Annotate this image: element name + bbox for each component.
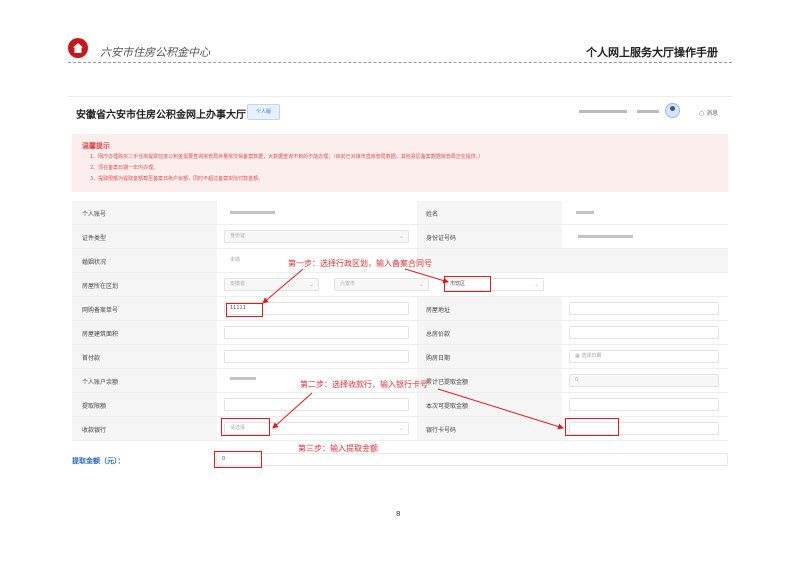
page-number: 8 xyxy=(396,510,401,518)
arrow-to-contract xyxy=(262,268,304,304)
arrow-to-district xyxy=(404,268,449,284)
arrow-to-bank xyxy=(272,392,313,429)
arrow-to-card xyxy=(437,388,564,430)
annotation-arrows xyxy=(262,268,564,430)
